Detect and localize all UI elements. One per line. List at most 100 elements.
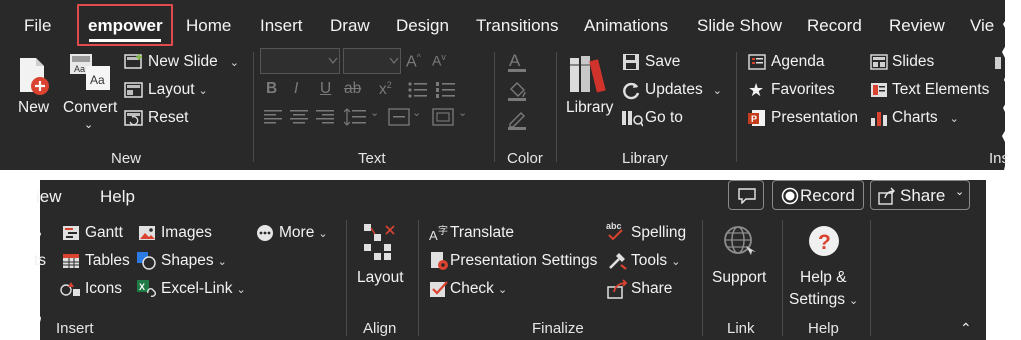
library-button[interactable]: Library: [566, 99, 613, 117]
save-button[interactable]: Save: [645, 53, 680, 71]
line-spacing-icon[interactable]: [343, 108, 366, 131]
numbering-icon[interactable]: [436, 82, 456, 103]
convert-chevron-icon[interactable]: ⌄: [84, 118, 93, 131]
translate-button[interactable]: Translate: [450, 224, 514, 242]
outline-pen-icon[interactable]: [506, 107, 530, 136]
new-button[interactable]: New: [18, 99, 49, 117]
partial-label: ts: [34, 252, 47, 269]
align-center-icon[interactable]: [290, 110, 308, 129]
help-question-icon[interactable]: ?: [807, 224, 841, 263]
group-label-color: Color: [507, 150, 543, 167]
tab-draw[interactable]: Draw: [330, 16, 370, 36]
text-elements-button[interactable]: Text Elements: [892, 81, 989, 99]
support-globe-icon[interactable]: [722, 224, 756, 263]
charts-button[interactable]: Charts ⌄: [892, 109, 959, 127]
presentation-settings-button[interactable]: Presentation Settings: [450, 252, 597, 270]
superscript-icon[interactable]: x2: [379, 80, 392, 99]
share-export-icon: [607, 279, 629, 304]
gantt-button[interactable]: Gantt: [85, 224, 123, 242]
check-label: Check: [450, 280, 494, 297]
align-layout-icon[interactable]: [362, 222, 398, 267]
svg-text:X: X: [139, 282, 145, 292]
favorites-button[interactable]: Favorites: [771, 81, 835, 99]
group-label-help: Help: [808, 320, 839, 337]
svg-text:字: 字: [438, 224, 448, 237]
font-family-dropdown[interactable]: [260, 48, 340, 79]
agenda-button[interactable]: Agenda: [771, 53, 824, 71]
underline-icon[interactable]: U: [320, 80, 331, 98]
presentation-button[interactable]: Presentation: [771, 109, 858, 127]
font-size-dropdown[interactable]: [343, 48, 401, 79]
updates-button[interactable]: Updates ⌄: [645, 81, 722, 99]
bullets-icon[interactable]: [408, 82, 428, 103]
help-settings-line1[interactable]: Help &: [800, 269, 847, 287]
tab-design[interactable]: Design: [396, 16, 449, 36]
help-settings-button[interactable]: Settings ⌄: [789, 291, 858, 309]
check-button[interactable]: Check ⌄: [450, 280, 507, 298]
tab-file[interactable]: File: [24, 16, 51, 36]
updates-icon: [621, 81, 641, 106]
chevron-down-icon: ⌄: [955, 186, 965, 198]
collapse-ribbon-chevron-up-icon[interactable]: ⌃: [960, 320, 972, 337]
finalize-share-button[interactable]: Share: [631, 280, 672, 298]
tab-transitions[interactable]: Transitions: [476, 16, 559, 36]
slides-button[interactable]: Slides: [892, 53, 934, 71]
tab-home[interactable]: Home: [186, 16, 231, 36]
support-button[interactable]: Support: [712, 269, 766, 287]
reset-icon: [124, 109, 144, 132]
images-button[interactable]: Images: [161, 224, 212, 242]
svg-text:abc: abc: [606, 221, 622, 231]
tab-record[interactable]: Record: [807, 16, 862, 36]
comments-button[interactable]: [728, 180, 764, 210]
convert-icon[interactable]: Aa Aa: [68, 52, 114, 99]
group-separator: [418, 220, 419, 336]
tab-animations[interactable]: Animations: [584, 16, 668, 36]
chevron-down-icon: ⌄: [671, 256, 681, 268]
gantt-icon: [62, 225, 80, 246]
record-label: Record: [800, 186, 855, 205]
italic-icon[interactable]: I: [294, 80, 298, 98]
align-right-icon[interactable]: [316, 110, 334, 129]
group-separator: [736, 52, 737, 162]
tab-review[interactable]: Review: [889, 16, 945, 36]
tab-help[interactable]: Help: [100, 187, 135, 207]
align-left-icon[interactable]: [264, 110, 282, 129]
strikethrough-icon[interactable]: ab: [344, 80, 361, 98]
more-button[interactable]: More ⌄: [279, 224, 328, 242]
tab-view-partial[interactable]: Vie: [970, 16, 994, 36]
share-button[interactable]: Share ⌄: [870, 180, 970, 210]
new-slide-button[interactable]: New Slide ⌄: [148, 53, 239, 71]
increase-font-icon[interactable]: A^: [406, 52, 421, 71]
bold-icon[interactable]: B: [266, 80, 277, 98]
font-color-icon[interactable]: A: [506, 50, 530, 79]
record-button[interactable]: Record: [772, 180, 864, 210]
text-elements-icon: [870, 81, 888, 104]
excel-link-button[interactable]: Excel-Link ⌄: [161, 280, 246, 298]
tab-view-partial[interactable]: iew: [36, 187, 62, 207]
icons-button[interactable]: Icons: [85, 280, 122, 298]
library-books-icon[interactable]: [568, 54, 612, 101]
svg-text:?: ?: [818, 231, 831, 254]
chevron-down-icon: ⌄: [712, 85, 722, 97]
ribbon-bottom: iew Help Record Share ⌄ ts Gantt Tables …: [30, 180, 986, 340]
reset-button[interactable]: Reset: [148, 109, 189, 127]
tables-button[interactable]: Tables: [85, 252, 130, 270]
go-to-button[interactable]: Go to: [645, 109, 683, 127]
tab-insert[interactable]: Insert: [260, 16, 303, 36]
chevron-down-icon: ⌄: [497, 284, 508, 296]
tab-slide-show[interactable]: Slide Show: [697, 16, 782, 36]
layout-icon: [124, 81, 144, 104]
torn-edge: [1002, 0, 1013, 170]
chevron-down-icon: ⌄: [370, 107, 380, 119]
spelling-button[interactable]: Spelling: [631, 224, 686, 242]
new-file-icon[interactable]: [16, 56, 52, 101]
decrease-font-icon[interactable]: Av: [432, 52, 446, 69]
text-align-vertical-icon[interactable]: [388, 108, 410, 131]
layout-button[interactable]: Layout ⌄: [148, 81, 208, 99]
text-box-margins-icon[interactable]: [432, 108, 454, 131]
convert-button[interactable]: Convert: [63, 99, 117, 117]
align-layout-button[interactable]: Layout: [357, 269, 404, 287]
shapes-button[interactable]: Shapes ⌄: [161, 252, 227, 270]
fill-bucket-icon[interactable]: [506, 79, 530, 108]
tools-button[interactable]: Tools ⌄: [631, 252, 680, 270]
